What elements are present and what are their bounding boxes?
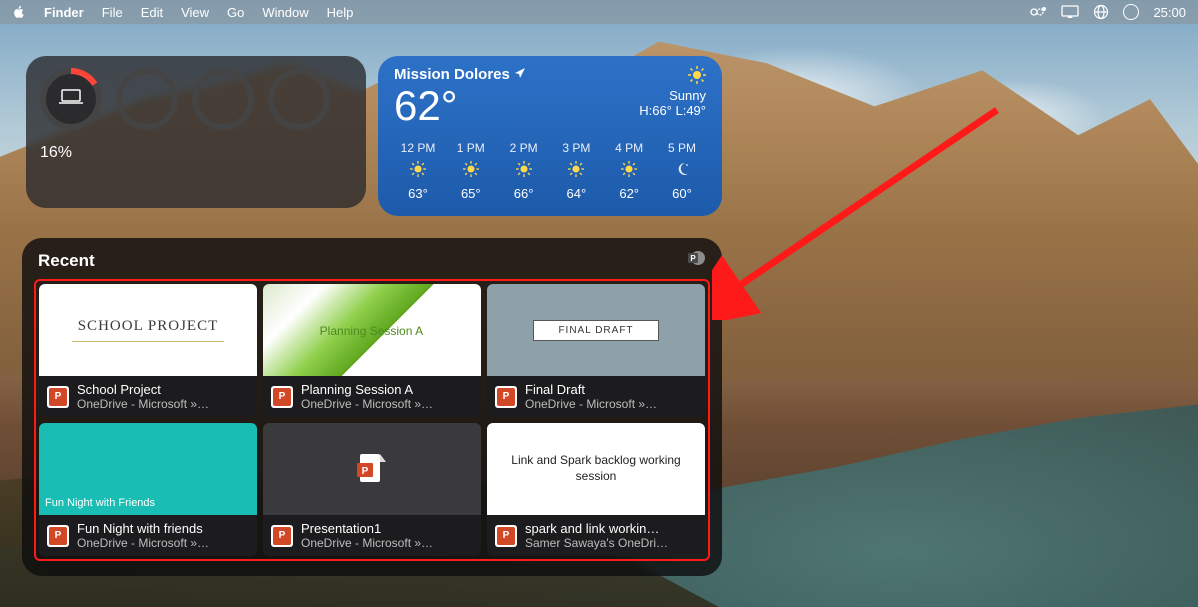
recent-location: OneDrive - Microsoft »… <box>77 397 209 411</box>
menu-edit[interactable]: Edit <box>141 5 163 20</box>
menu-view[interactable]: View <box>181 5 209 20</box>
sun-icon <box>463 161 479 180</box>
powerpoint-app-icon[interactable]: P <box>686 248 706 273</box>
recent-filename: Fun Night with friends <box>77 521 209 536</box>
recent-thumb-5: Link and Spark backlog working session <box>487 423 705 515</box>
moon-icon <box>674 161 690 180</box>
menubar-clock[interactable]: 25:00 <box>1153 5 1186 20</box>
menubar: Finder File Edit View Go Window Help 25:… <box>0 0 1198 24</box>
recent-location: OneDrive - Microsoft »… <box>301 536 433 550</box>
sun-icon <box>639 66 706 84</box>
recent-location: OneDrive - Microsoft »… <box>77 536 209 550</box>
battery-rings <box>40 68 352 130</box>
menu-go[interactable]: Go <box>227 5 244 20</box>
svg-text:P: P <box>690 254 696 263</box>
recent-location: Samer Sawaya's OneDri… <box>525 536 668 550</box>
powerpoint-doc-icon: P <box>354 451 390 487</box>
weather-condition: Sunny <box>639 88 706 103</box>
sun-icon <box>568 161 584 180</box>
recent-grid: SCHOOL PROJECT P School Project OneDrive… <box>34 279 710 561</box>
weather-hour-2: 2 PM 66° <box>500 141 548 201</box>
battery-widget[interactable]: 16% <box>26 56 366 208</box>
recent-filename: Presentation1 <box>301 521 433 536</box>
weather-hour-5: 5 PM 60° <box>658 141 706 201</box>
recent-card-1[interactable]: Planning Session A P Planning Session A … <box>263 284 481 417</box>
recent-filename: Planning Session A <box>301 382 433 397</box>
weather-hilo: H:66° L:49° <box>639 103 706 118</box>
battery-ring-empty-1 <box>116 68 178 130</box>
recent-card-2[interactable]: FINAL DRAFT P Final Draft OneDrive - Mic… <box>487 284 705 417</box>
status-circle-icon[interactable] <box>1123 4 1139 20</box>
recent-thumb-1: Planning Session A <box>263 284 481 376</box>
battery-ring-empty-3 <box>268 68 330 130</box>
network-globe-icon[interactable] <box>1093 4 1109 20</box>
weather-hour-0: 12 PM 63° <box>394 141 442 201</box>
recent-filename: School Project <box>77 382 209 397</box>
svg-text:P: P <box>362 466 369 477</box>
sun-icon <box>621 161 637 180</box>
recent-thumb-3: Fun Night with Friends <box>39 423 257 515</box>
weather-hourly: 12 PM 63° 1 PM 65° 2 PM 66° 3 PM 64° 4 P… <box>394 141 706 201</box>
recent-card-0[interactable]: SCHOOL PROJECT P School Project OneDrive… <box>39 284 257 417</box>
screen-mirroring-icon[interactable] <box>1061 5 1079 19</box>
laptop-icon <box>58 88 84 111</box>
menu-file[interactable]: File <box>102 5 123 20</box>
powerpoint-file-icon: P <box>271 386 293 408</box>
location-arrow-icon <box>514 66 526 83</box>
recent-filename: spark and link workin… <box>525 521 668 536</box>
recent-widget[interactable]: Recent P SCHOOL PROJECT P School Project… <box>22 238 722 576</box>
menu-help[interactable]: Help <box>327 5 354 20</box>
powerpoint-file-icon: P <box>495 525 517 547</box>
teams-status-icon[interactable] <box>1029 5 1047 19</box>
battery-percent-label: 16% <box>40 144 352 162</box>
recent-card-5[interactable]: Link and Spark backlog working session P… <box>487 423 705 556</box>
recent-thumb-2: FINAL DRAFT <box>487 284 705 376</box>
recent-filename: Final Draft <box>525 382 657 397</box>
sun-icon <box>410 161 426 180</box>
weather-temp: 62° <box>394 85 526 127</box>
weather-widget[interactable]: Mission Dolores 62° Sunny H:66° L:49° 12… <box>378 56 722 216</box>
recent-card-3[interactable]: Fun Night with Friends P Fun Night with … <box>39 423 257 556</box>
apple-menu[interactable] <box>12 5 26 19</box>
weather-hour-3: 3 PM 64° <box>552 141 600 201</box>
menu-window[interactable]: Window <box>262 5 308 20</box>
powerpoint-file-icon: P <box>271 525 293 547</box>
recent-location: OneDrive - Microsoft »… <box>525 397 657 411</box>
battery-ring-laptop <box>40 68 102 130</box>
recent-location: OneDrive - Microsoft »… <box>301 397 433 411</box>
powerpoint-file-icon: P <box>47 386 69 408</box>
recent-title: Recent <box>38 251 95 271</box>
sun-icon <box>516 161 532 180</box>
weather-hour-1: 1 PM 65° <box>447 141 495 201</box>
recent-thumb-0: SCHOOL PROJECT <box>39 284 257 376</box>
powerpoint-file-icon: P <box>47 525 69 547</box>
weather-location: Mission Dolores <box>394 66 526 83</box>
recent-card-4[interactable]: P P Presentation1 OneDrive - Microsoft »… <box>263 423 481 556</box>
powerpoint-file-icon: P <box>495 386 517 408</box>
recent-thumb-4: P <box>263 423 481 515</box>
weather-hour-4: 4 PM 62° <box>605 141 653 201</box>
app-menu[interactable]: Finder <box>44 5 84 20</box>
battery-ring-empty-2 <box>192 68 254 130</box>
